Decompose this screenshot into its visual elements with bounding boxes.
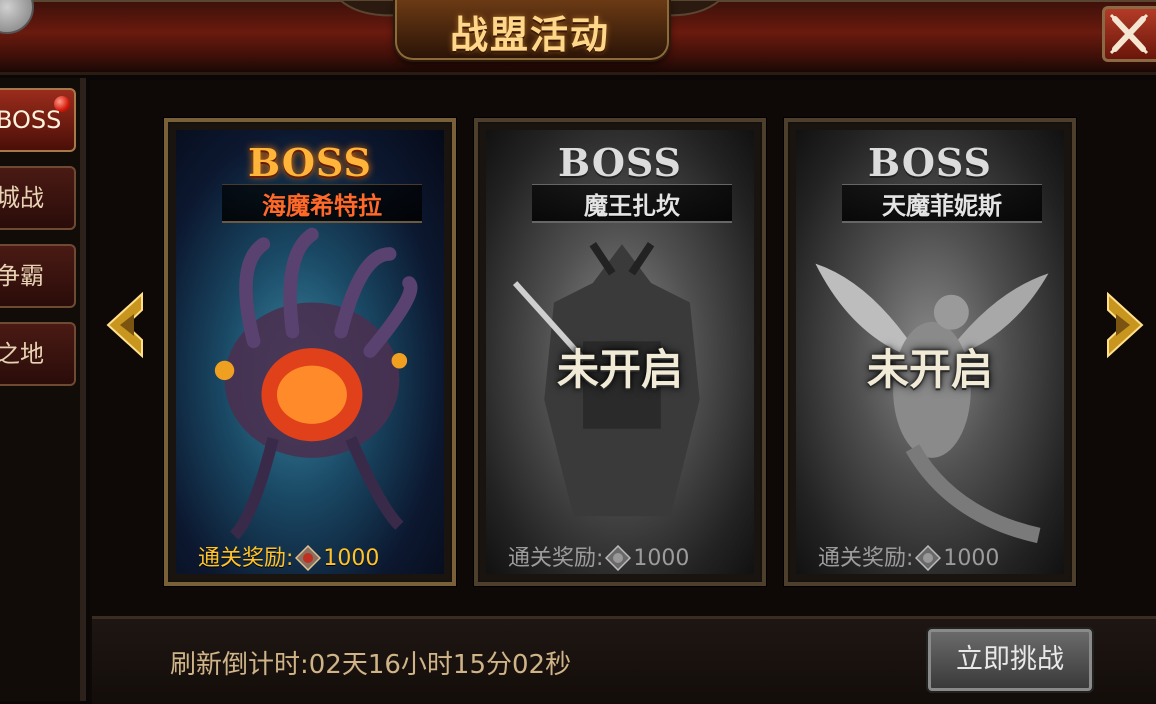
arrow-left-icon <box>106 291 143 359</box>
reward-label: 通关奖励: <box>508 546 604 571</box>
tab-label: 之地 <box>0 340 44 368</box>
boss-heading: BOSS <box>558 140 682 185</box>
boss-card-phoenix[interactable]: BOSS 天魔菲妮斯 未开启 通关奖励: 1000 <box>784 118 1076 586</box>
reward-value: 1000 <box>323 546 380 571</box>
boss-heading: BOSS <box>248 140 372 185</box>
boss-name: 魔王扎坎 <box>584 192 680 220</box>
boss-card-hydra[interactable]: BOSS 海魔希特拉 通关奖励: 1000 <box>164 118 456 586</box>
reward-label: 通关奖励: <box>198 546 294 571</box>
locked-status: 未开启 <box>866 345 993 394</box>
tab-label: BOSS <box>0 106 62 134</box>
reward-line: 通关奖励: 1000 <box>508 540 689 572</box>
next-arrow-button[interactable] <box>1102 290 1146 360</box>
tab-label: 争霸 <box>0 262 44 290</box>
tab-hegemony[interactable]: 争霸 <box>0 244 76 308</box>
boss-art: BOSS 魔王扎坎 未开启 通关奖励: 1000 <box>486 130 754 574</box>
tab-land[interactable]: 之地 <box>0 322 76 386</box>
guild-emblem-icon <box>915 545 942 571</box>
boss-name: 天魔菲妮斯 <box>882 192 1002 220</box>
tab-city-battle[interactable]: 城战 <box>0 166 76 230</box>
page-title: 战盟活动 <box>449 13 610 57</box>
boss-heading: BOSS <box>868 140 992 185</box>
reward-label: 通关奖励: <box>818 546 914 571</box>
locked-status: 未开启 <box>556 345 683 394</box>
guild-emblem-icon <box>295 545 322 571</box>
boss-name: 海魔希特拉 <box>262 192 382 220</box>
hydra-illustration <box>214 227 418 540</box>
boss-art: BOSS 天魔菲妮斯 未开启 通关奖励: 1000 <box>796 130 1064 574</box>
notification-dot <box>54 96 70 112</box>
guild-emblem-icon <box>605 545 632 571</box>
boss-art: BOSS 海魔希特拉 通关奖励: 1000 <box>176 130 444 574</box>
tab-boss[interactable]: BOSS <box>0 88 76 152</box>
close-icon <box>1109 13 1149 55</box>
tab-label: 城战 <box>0 184 44 212</box>
prev-arrow-button[interactable] <box>104 290 148 360</box>
close-button[interactable] <box>1102 6 1156 62</box>
boss-card-zakan[interactable]: BOSS 魔王扎坎 未开启 通关奖励: 1000 <box>474 118 766 586</box>
arrow-right-icon <box>1107 291 1144 359</box>
reward-value: 1000 <box>943 546 1000 571</box>
refresh-countdown: 刷新倒计时:02天16小时15分02秒 <box>170 650 572 680</box>
challenge-button[interactable]: 立即挑战 <box>928 629 1092 691</box>
reward-line: 通关奖励: 1000 <box>198 540 379 572</box>
reward-line: 通关奖励: 1000 <box>818 540 999 572</box>
reward-value: 1000 <box>633 546 690 571</box>
